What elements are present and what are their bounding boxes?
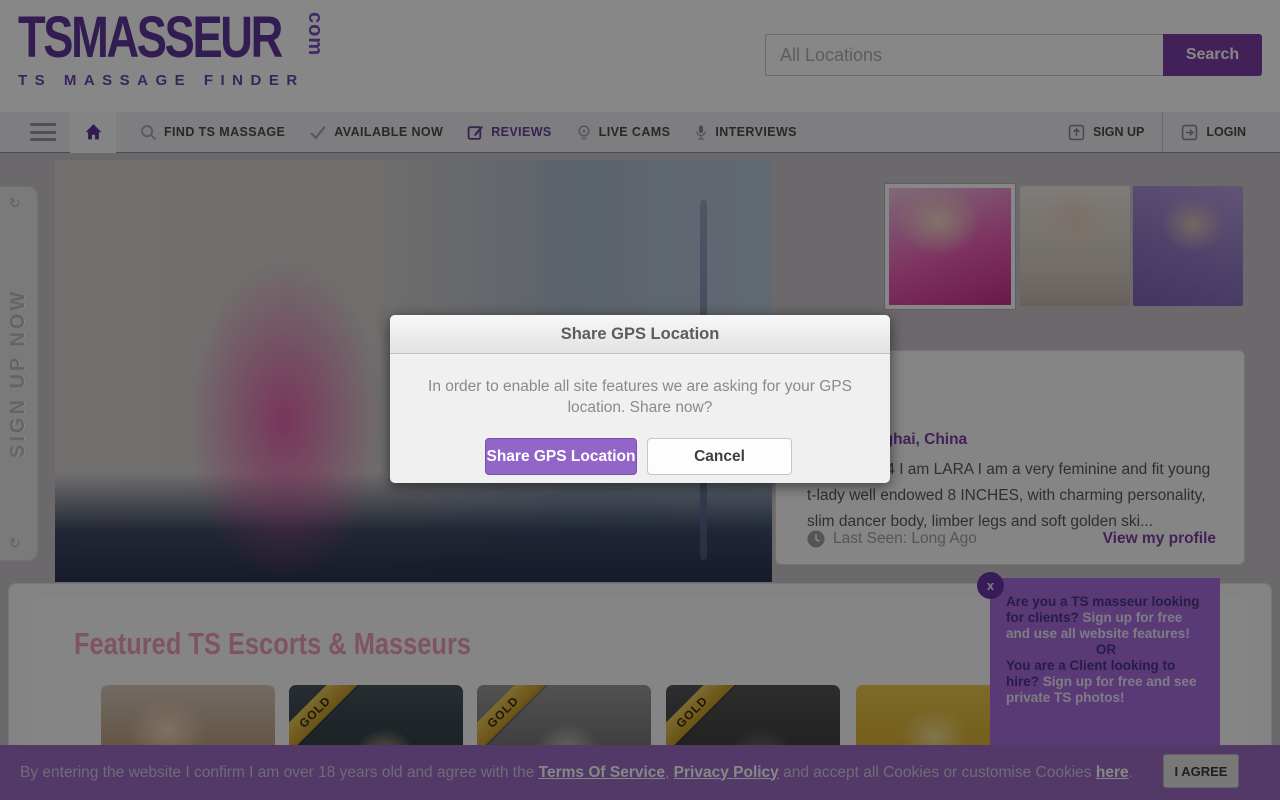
share-gps-button[interactable]: Share GPS Location — [485, 438, 637, 475]
cancel-button[interactable]: Cancel — [647, 438, 792, 475]
gps-modal: Share GPS Location In order to enable al… — [390, 315, 890, 483]
modal-title: Share GPS Location — [390, 315, 890, 354]
page: TSMASSEUR com TS MASSAGE FINDER Search F… — [0, 0, 1280, 800]
modal-body-text: In order to enable all site features we … — [390, 354, 890, 418]
